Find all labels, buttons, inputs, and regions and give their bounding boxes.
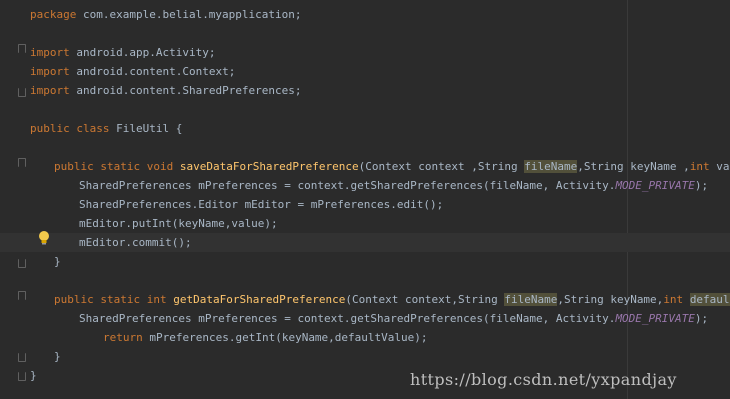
keyword: import xyxy=(30,46,70,59)
keyword: public class xyxy=(30,122,110,135)
method-name: saveDataForSharedPreference xyxy=(179,160,359,173)
statement: mPreferences.getInt(keyName,defaultValue… xyxy=(142,331,428,344)
method-name: getDataForSharedPreference xyxy=(173,293,346,306)
code-line[interactable]: public static int getDataForSharedPrefer… xyxy=(0,290,730,309)
method-params: ,String keyName , xyxy=(577,160,690,173)
closing-brace: } xyxy=(30,369,37,382)
highlighted-param: fileName xyxy=(504,293,558,306)
method-params: value){ xyxy=(716,160,730,173)
code-line[interactable]: import android.app.Activity; xyxy=(0,43,730,62)
keyword: import xyxy=(30,84,70,97)
statement: SharedPreferences mPreferences = context… xyxy=(79,179,616,192)
code-line[interactable]: package com.example.belial.myapplication… xyxy=(0,5,730,24)
keyword: int xyxy=(689,160,710,173)
code-line[interactable]: } xyxy=(0,252,730,271)
method-params: (Context context,String xyxy=(345,293,505,306)
statement: mEditor.commit(); xyxy=(79,236,192,249)
statement: mEditor.putInt(keyName,value); xyxy=(79,217,278,230)
current-line[interactable]: mEditor.commit(); xyxy=(0,233,730,252)
keyword: package xyxy=(30,8,77,21)
watermark-url: https://blog.csdn.net/yxpandjay xyxy=(410,370,677,389)
code-line[interactable]: SharedPreferences mPreferences = context… xyxy=(0,309,730,328)
code-line[interactable]: SharedPreferences mPreferences = context… xyxy=(0,176,730,195)
highlighted-param: fileName xyxy=(524,160,578,173)
closing-brace: } xyxy=(54,255,61,268)
import-path: android.content.SharedPreferences; xyxy=(69,84,302,97)
keyword: int xyxy=(663,293,684,306)
keyword: public static int xyxy=(54,293,167,306)
keyword: public static void xyxy=(54,160,174,173)
package-name: com.example.belial.myapplication; xyxy=(76,8,302,21)
keyword: import xyxy=(30,65,70,78)
code-line[interactable]: public static void saveDataForSharedPref… xyxy=(0,157,730,176)
closing-brace: } xyxy=(54,350,61,363)
code-line[interactable]: import android.content.Context; xyxy=(0,62,730,81)
class-name: FileUtil { xyxy=(109,122,183,135)
constant: MODE_PRIVATE xyxy=(615,179,695,192)
lightbulb-icon[interactable] xyxy=(38,230,50,246)
code-line[interactable]: return mPreferences.getInt(keyName,defau… xyxy=(0,328,730,347)
statement: ); xyxy=(694,312,709,325)
code-line[interactable]: SharedPreferences.Editor mEditor = mPref… xyxy=(0,195,730,214)
highlighted-param: defaultValue xyxy=(689,293,730,306)
code-line[interactable]: } xyxy=(0,347,730,366)
constant: MODE_PRIVATE xyxy=(615,312,695,325)
method-params: (Context context ,String xyxy=(358,160,525,173)
code-editor[interactable]: package com.example.belial.myapplication… xyxy=(0,0,730,399)
statement: ); xyxy=(694,179,709,192)
code-line[interactable]: public class FileUtil { xyxy=(0,119,730,138)
code-line[interactable]: import android.content.SharedPreferences… xyxy=(0,81,730,100)
import-path: android.app.Activity; xyxy=(69,46,216,59)
statement: SharedPreferences mPreferences = context… xyxy=(79,312,616,325)
import-path: android.content.Context; xyxy=(69,65,236,78)
statement: SharedPreferences.Editor mEditor = mPref… xyxy=(79,198,444,211)
keyword: return xyxy=(103,331,143,344)
code-line[interactable]: mEditor.putInt(keyName,value); xyxy=(0,214,730,233)
method-params: ,String keyName, xyxy=(557,293,664,306)
